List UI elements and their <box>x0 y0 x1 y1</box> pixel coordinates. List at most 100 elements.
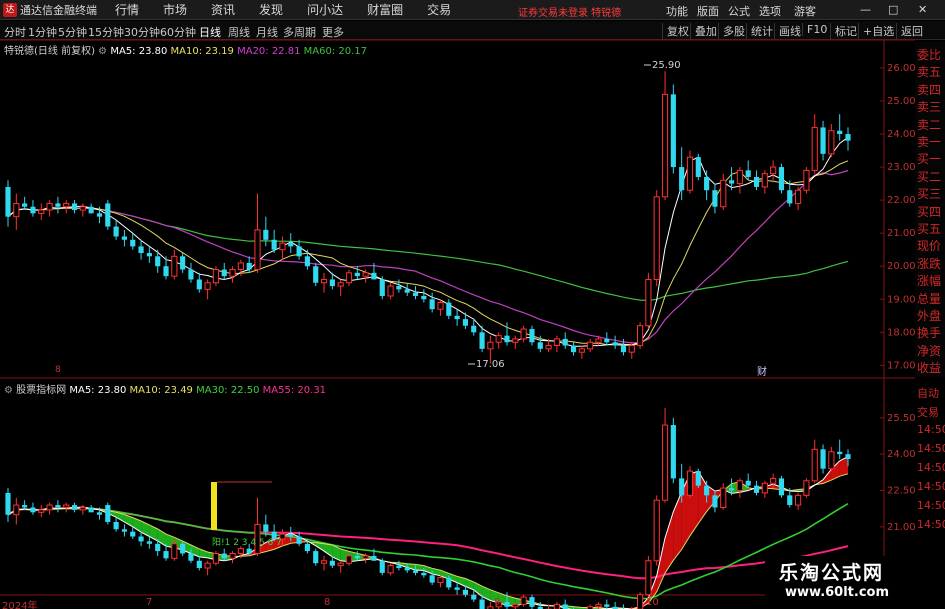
sub-y-tick-label: 24.00 <box>887 449 916 460</box>
date-axis: 2024年 7 8 9 10 <box>0 597 760 609</box>
candle-body <box>404 289 410 293</box>
y-tick-label: 25.00 <box>887 96 916 107</box>
candle-body <box>379 279 385 296</box>
candle-body <box>354 555 360 559</box>
event-marker[interactable]: 8 <box>55 365 61 375</box>
candle-body <box>628 345 635 353</box>
candle-body <box>246 548 252 554</box>
low-price-label: 17.06 <box>476 359 505 370</box>
candle-body <box>695 157 701 177</box>
candle-body <box>587 341 594 350</box>
candle-body <box>188 269 194 280</box>
date-label: 7 <box>146 597 153 608</box>
candle-body <box>471 325 477 333</box>
candle-body <box>180 256 186 270</box>
candle-body <box>712 190 718 207</box>
candle-body <box>146 541 152 544</box>
candle-body <box>761 173 768 188</box>
candle-body <box>345 272 353 284</box>
candle-body <box>787 495 793 506</box>
ma60-line <box>7 207 849 302</box>
candle-body <box>221 553 227 559</box>
candle-body <box>180 543 186 554</box>
candle-body <box>130 239 136 247</box>
quote-field-label: 买二 <box>917 169 942 184</box>
candle-body <box>620 345 627 353</box>
candle-body <box>745 170 751 177</box>
candle-body <box>421 572 427 576</box>
watermark: 乐淘公式网 www.60lt.com <box>765 556 945 609</box>
candle-body <box>778 478 785 496</box>
candle-body <box>454 587 460 590</box>
candle-body <box>595 338 602 343</box>
candle-body <box>487 341 494 350</box>
quote-field-label: 总量 <box>917 291 942 306</box>
candle-body <box>5 492 11 515</box>
quote-field-label: 外盘 <box>917 309 942 323</box>
watermark-title: 乐淘公式网 <box>779 562 885 584</box>
candle-body <box>163 266 169 277</box>
candle-body <box>46 202 53 211</box>
date-label: 9 <box>494 597 501 608</box>
date-label: 2024年 <box>2 601 38 609</box>
candle-body <box>13 504 20 516</box>
candle-body <box>212 553 219 564</box>
candle-body <box>446 577 452 588</box>
candle-body <box>55 203 61 207</box>
candle-body <box>845 454 851 459</box>
candle-body <box>329 279 335 287</box>
candle-body <box>121 236 128 240</box>
candle-body <box>46 504 53 511</box>
candle-body <box>520 328 527 340</box>
quote-lower-label: 14:50 <box>917 423 945 436</box>
candle-body <box>811 126 818 171</box>
candle-body <box>795 189 802 204</box>
candle-body <box>712 495 718 508</box>
date-label: 10 <box>646 597 659 608</box>
candle-body <box>212 269 219 284</box>
candle-body <box>296 246 302 257</box>
kline-chart[interactable]: 26.00 25.00 24.00 23.00 22.00 21.00 20.00 19.00… <box>0 0 945 609</box>
candle-body <box>22 505 28 508</box>
candle-body <box>79 506 86 511</box>
candle-body <box>462 589 469 595</box>
candle-body <box>263 524 269 532</box>
quote-lower-label: 14:50 <box>917 480 945 493</box>
candle-body <box>155 256 161 267</box>
quote-field-label: 卖一 <box>917 135 942 149</box>
candle-body <box>645 278 652 327</box>
candle-body <box>96 213 103 217</box>
candle-body <box>429 299 435 310</box>
candle-body <box>163 551 169 559</box>
candle-body <box>71 203 78 211</box>
candle-body <box>362 555 369 559</box>
quote-field-label: 卖四 <box>917 82 942 97</box>
trend-band <box>324 543 333 557</box>
high-price-label: 25.90 <box>652 60 681 71</box>
candle-body <box>138 246 144 254</box>
candle-body <box>221 269 227 277</box>
candle-body <box>55 505 61 508</box>
y-tick-label: 17.00 <box>887 360 916 371</box>
sub-y-tick-label: 25.50 <box>887 413 916 424</box>
candle-body <box>462 319 469 326</box>
candle-body <box>171 543 178 559</box>
candle-body <box>188 553 194 561</box>
candle-body <box>429 575 435 583</box>
candle-body <box>196 560 202 569</box>
candle-body <box>770 166 777 175</box>
sub-y-tick-label: 21.00 <box>887 522 916 533</box>
candle-body <box>753 176 760 187</box>
candle-body <box>387 285 394 297</box>
quote-lower-label: 自动 <box>917 387 939 400</box>
quote-field-label: 收益 <box>917 361 942 376</box>
candle-body <box>770 477 777 484</box>
candle-body <box>63 504 70 508</box>
candle-body <box>437 302 444 310</box>
candle-body <box>30 507 36 513</box>
quote-field-label: 净资 <box>917 343 942 358</box>
candle-body <box>553 338 560 347</box>
candle-body <box>396 565 402 569</box>
candle-body <box>778 167 785 191</box>
finance-marker[interactable]: 财 <box>757 365 767 378</box>
